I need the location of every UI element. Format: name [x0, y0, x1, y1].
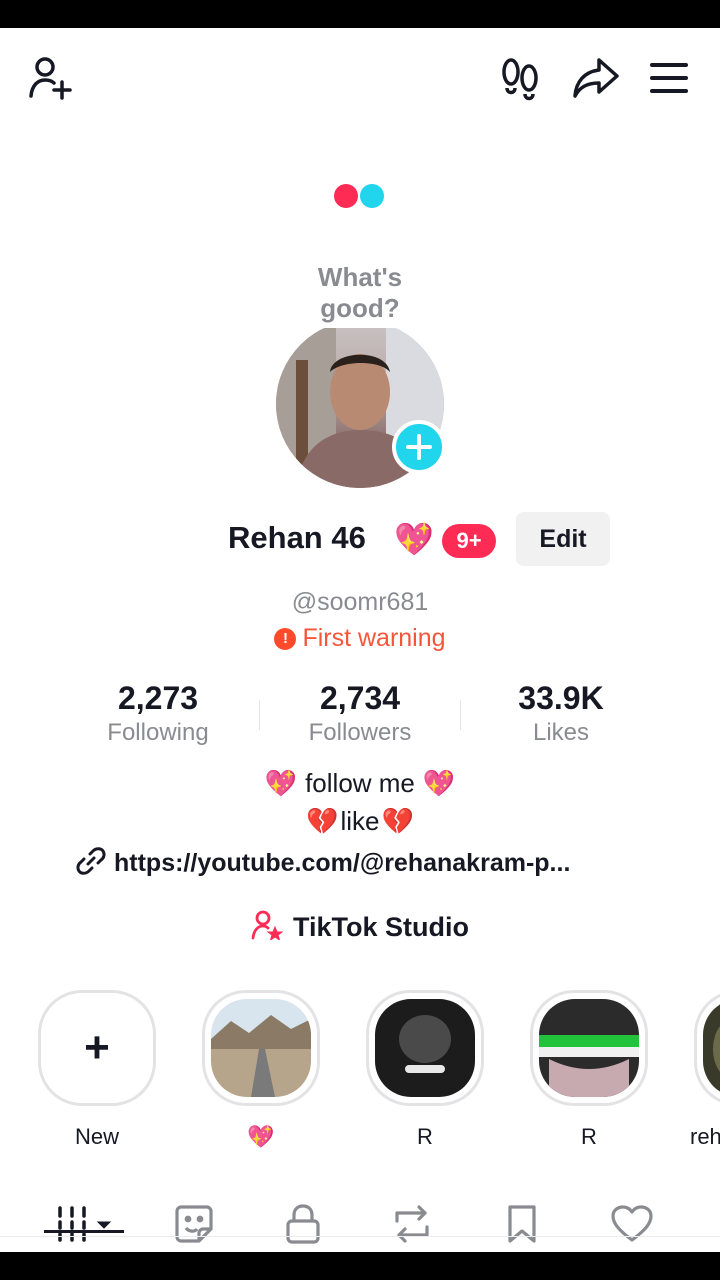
stat-divider [259, 700, 260, 730]
private-lock-tab[interactable] [263, 1196, 343, 1252]
highlight-thumbnail [375, 999, 475, 1097]
link-icon [76, 846, 106, 881]
warning-icon: ! [274, 627, 297, 650]
profile-screen: What's good? Rehan 46 💖 9+ Edit @soomr68… [0, 28, 720, 1252]
note-bubble[interactable]: What's good? [298, 256, 422, 328]
highlight-item[interactable] [202, 990, 320, 1106]
studio-label: TikTok Studio [292, 912, 469, 942]
new-highlight-button[interactable]: + [38, 990, 156, 1106]
link-url: https://youtube.com/@rehanakram-p... [114, 849, 571, 877]
notification-badge[interactable]: 9+ [442, 524, 496, 558]
highlight-label: R [581, 1124, 597, 1149]
name-heart-emoji: 💖 [394, 521, 434, 557]
bio-broken-heart-emoji: 💔 [306, 806, 339, 836]
first-warning-link[interactable]: ! First warning [0, 624, 720, 653]
following-count: 2,273 [117, 680, 199, 716]
liked-heart-tab[interactable] [592, 1196, 672, 1252]
highlight-label: 💖 [247, 1124, 275, 1149]
highlight-thumbnail [703, 999, 720, 1097]
tiktok-studio-button[interactable]: TikTok Studio [0, 910, 720, 945]
bio-line-1: 💖 follow me 💖 [0, 768, 720, 799]
bio-heart-emoji: 💖 [264, 768, 298, 798]
highlight-item[interactable] [694, 990, 720, 1106]
stat-following[interactable]: 2,273 Following [78, 680, 238, 750]
followers-label: Followers [308, 719, 412, 746]
highlight-label: New [74, 1124, 119, 1149]
following-label: Following [107, 719, 209, 746]
add-story-button[interactable] [392, 420, 446, 474]
tiktok-logo-dots [334, 184, 386, 208]
display-name: Rehan 46 [228, 520, 366, 555]
bio-link[interactable]: https://youtube.com/@rehanakram-p... [76, 846, 636, 881]
share-icon[interactable] [568, 52, 624, 104]
plus-icon: + [84, 1023, 110, 1072]
note-text: What's good? [317, 262, 403, 323]
sticker-tab[interactable] [154, 1196, 234, 1252]
likes-count: 33.9K [518, 680, 604, 716]
bio-text-2: like [340, 806, 380, 836]
studio-person-star-icon [251, 910, 284, 945]
active-tab-indicator [44, 1230, 124, 1233]
likes-label: Likes [532, 719, 590, 746]
bio-text-1: follow me [305, 768, 415, 798]
name-row: Rehan 46 💖 9+ Edit [0, 512, 720, 572]
bio-line-2: 💔 like 💔 [0, 806, 720, 837]
highlight-thumbnail [539, 999, 639, 1097]
followers-count: 2,734 [319, 680, 401, 716]
saved-bookmark-tab[interactable] [482, 1196, 562, 1252]
username-handle: @soomr681 [291, 588, 429, 616]
highlight-item[interactable] [530, 990, 648, 1106]
red-dot [334, 184, 358, 208]
tabs-divider [0, 1236, 720, 1237]
warning-text: First warning [302, 624, 446, 652]
repost-tab[interactable] [372, 1196, 452, 1252]
highlight-label: reh [690, 1124, 720, 1149]
profile-tabs [0, 1196, 720, 1252]
highlight-item[interactable] [366, 990, 484, 1106]
highlight-thumbnail [211, 999, 311, 1097]
edit-profile-button[interactable]: Edit [516, 512, 610, 566]
footprints-icon[interactable] [494, 52, 546, 104]
videos-grid-tab[interactable] [44, 1196, 124, 1252]
stat-divider [460, 700, 461, 730]
cyan-dot [360, 184, 384, 208]
stat-likes[interactable]: 33.9K Likes [481, 680, 641, 750]
menu-icon[interactable] [644, 52, 694, 104]
bio-broken-heart-emoji: 💔 [381, 806, 414, 836]
stat-followers[interactable]: 2,734 Followers [280, 680, 440, 750]
bio-heart-emoji: 💖 [422, 768, 456, 798]
profile-stats: 2,273 Following 2,734 Followers 33.9K Li… [0, 680, 720, 750]
highlight-label: R [417, 1124, 433, 1149]
add-friend-icon[interactable] [24, 52, 76, 104]
